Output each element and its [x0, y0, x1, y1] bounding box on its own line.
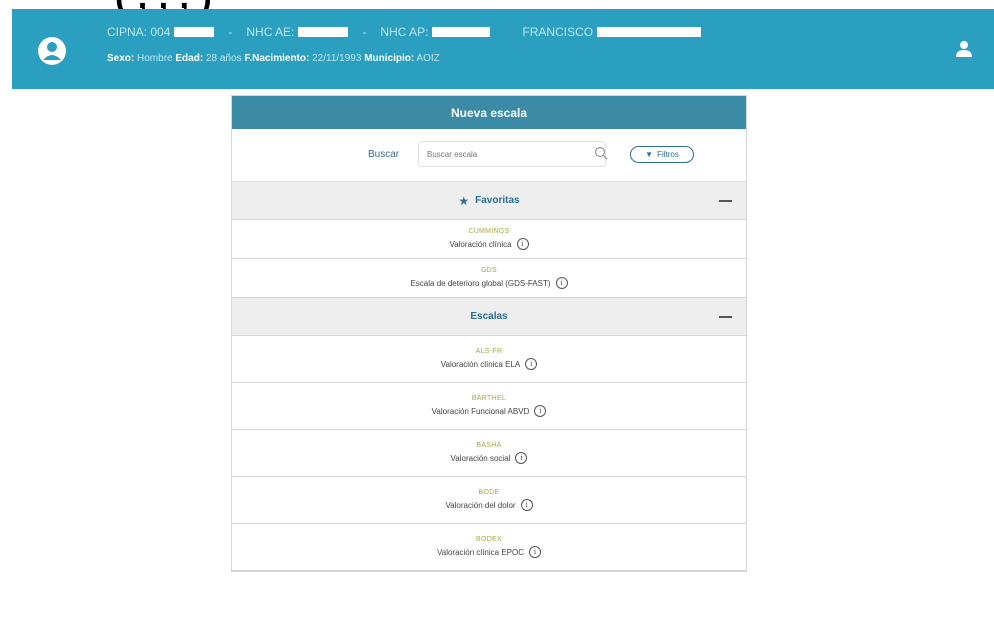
user-icon[interactable]	[954, 39, 974, 59]
patient-name: FRANCISCO	[522, 25, 594, 39]
nacimiento-value: 22/11/1993	[312, 53, 362, 64]
info-icon[interactable]: i	[555, 277, 568, 289]
search-label: Buscar	[368, 149, 400, 160]
scale-code: ALS-FR	[475, 348, 503, 355]
nacimiento-label: F.Nacimiento:	[244, 53, 310, 64]
filter-label: Filtros	[657, 150, 679, 159]
scale-description-row: Valoración clínica EPOC i	[437, 546, 541, 558]
nhc-ae-label: NHC AE:	[246, 25, 295, 39]
list-item[interactable]: BARTHEL Valoración Funcional ABVD i	[232, 383, 746, 430]
scales-list: ALS-FR Valoración clínica ELA i BARTHEL …	[232, 336, 746, 571]
list-item[interactable]: BASHA Valoración social i	[232, 430, 746, 477]
separator: -	[228, 25, 233, 39]
list-item[interactable]: BODEX Valoración clínica EPOC i	[232, 524, 746, 571]
info-icon[interactable]: i	[515, 452, 528, 464]
filter-button[interactable]: ▼ Filtros	[630, 146, 694, 163]
favorites-label: Favoritas	[475, 195, 520, 206]
scale-description: Valoración Funcional ABVD	[431, 406, 530, 416]
list-item[interactable]: BODE Valoración del dolor i	[232, 477, 746, 524]
list-item[interactable]: ALS-FR Valoración clínica ELA i	[232, 336, 746, 383]
scale-description-row: Valoración social i	[451, 452, 528, 464]
new-scale-panel: Nueva escala Buscar ▼ Filtros ★ Favorita…	[231, 95, 747, 572]
nhc-ap-label: NHC AP:	[380, 25, 429, 39]
scale-code: BARTHEL	[471, 395, 507, 402]
user-circle-icon[interactable]	[37, 36, 67, 66]
list-item[interactable]: GDS Escala de deterioro global (GDS-FAST…	[232, 259, 746, 298]
search-row: Buscar ▼ Filtros	[232, 129, 746, 182]
scale-description-row: Valoración clínica ELA i	[440, 358, 538, 370]
star-icon: ★	[458, 193, 470, 208]
edad-value: 28 años	[205, 53, 242, 64]
sexo-value: Hombre	[137, 53, 173, 64]
info-icon[interactable]: i	[516, 238, 529, 250]
municipio-value: AOIZ	[416, 53, 440, 64]
redacted-nhc-ap	[432, 27, 491, 37]
info-icon[interactable]: i	[525, 358, 538, 370]
list-item[interactable]: CUMMINGS Valoración clínica i	[232, 220, 746, 259]
sexo-label: Sexo:	[107, 53, 135, 64]
patient-demographics: Sexo: Hombre Edad: 28 años F.Nacimiento:…	[107, 53, 440, 64]
scales-section-header[interactable]: Escalas	[232, 298, 746, 336]
scale-code: GDS	[480, 267, 498, 274]
scale-code: CUMMINGS	[468, 228, 510, 235]
favorites-list: CUMMINGS Valoración clínica i GDS Escala…	[232, 220, 746, 298]
scale-code: BASHA	[476, 442, 502, 449]
scales-label: Escalas	[470, 311, 508, 322]
redacted-surname	[597, 27, 702, 37]
edad-label: Edad:	[175, 53, 204, 64]
search-input[interactable]	[418, 141, 606, 167]
separator: -	[362, 25, 367, 39]
funnel-icon: ▼	[645, 150, 654, 159]
scale-description-row: Valoración clínica i	[449, 238, 529, 250]
redacted-cipna	[174, 27, 215, 37]
scale-description-row: Escala de deterioro global (GDS-FAST) i	[410, 277, 568, 289]
scale-description: Valoración social	[450, 453, 511, 463]
panel-title: Nueva escala	[232, 96, 746, 129]
patient-ids: CIPNA: 004 - NHC AE: - NHC AP: FRANCISCO	[107, 25, 702, 39]
scale-description: Valoración clínica EPOC	[437, 547, 524, 557]
scale-description-row: Valoración Funcional ABVD i	[432, 405, 547, 417]
info-icon[interactable]: i	[529, 546, 541, 558]
scale-description: Valoración clínica ELA	[440, 359, 521, 369]
redacted-nhc-ae	[298, 27, 349, 37]
magnifier-icon[interactable]	[594, 146, 608, 160]
info-icon[interactable]: i	[520, 499, 533, 511]
info-icon[interactable]: i	[534, 405, 547, 417]
cipna-label: CIPNA: 004	[107, 25, 171, 39]
minus-icon[interactable]	[719, 200, 732, 202]
scale-code: BODEX	[475, 536, 502, 543]
scale-description: Valoración del dolor	[445, 500, 516, 510]
favorites-section-header[interactable]: ★ Favoritas	[232, 182, 746, 220]
scale-description-row: Valoración del dolor i	[445, 499, 533, 511]
municipio-label: Municipio:	[364, 53, 415, 64]
minus-icon[interactable]	[719, 316, 732, 318]
scale-description: Valoración clínica	[449, 239, 512, 249]
scale-description: Escala de deterioro global (GDS-FAST)	[410, 278, 551, 288]
patient-header: CIPNA: 004 - NHC AE: - NHC AP: FRANCISCO…	[12, 9, 994, 89]
scale-code: BODE	[478, 489, 500, 496]
